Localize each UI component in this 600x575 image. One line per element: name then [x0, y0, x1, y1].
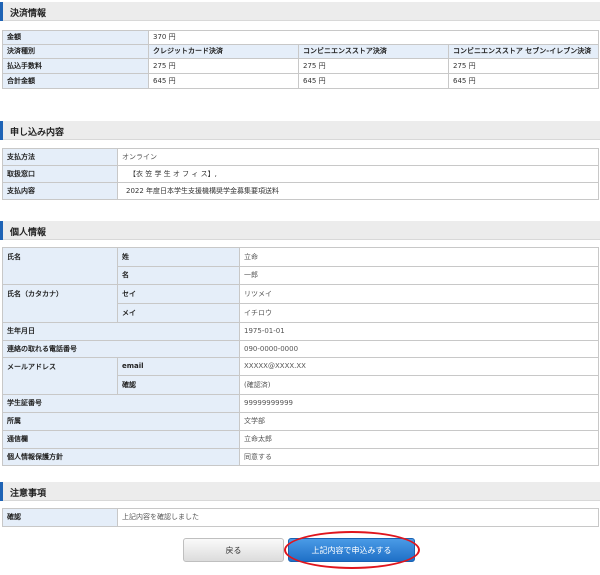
kana-label: 氏名（カタカナ）: [2, 284, 118, 323]
table-row: 決済種別 クレジットカード決済 コンビニエンスストア決済 コンビニエンスストア …: [2, 44, 599, 59]
table-row: 生年月日 1975-01-01: [2, 322, 599, 341]
table-row: 金額 370 円: [2, 30, 599, 45]
privacy-label: 個人情報保護方針: [2, 448, 240, 466]
fee-credit: 275 円: [148, 58, 299, 74]
mei-value: 一郎: [239, 266, 599, 285]
section-accent-bar: [0, 482, 3, 501]
personal-table: 氏名 姓 立命 名 一郎 氏名（カタカナ） セイ リツメイ メイ イチロウ 生年…: [2, 247, 599, 466]
email-confirm-label: 確認: [117, 375, 240, 395]
table-row: 取扱窓口 【衣 笠 学 生 オ フ ィ ス】,: [2, 165, 599, 183]
office-label: 取扱窓口: [2, 165, 118, 183]
phone-label: 連絡の取れる電話番号: [2, 340, 240, 358]
section-title: 注意事項: [10, 489, 47, 499]
phone-value: 090-0000-0000: [239, 340, 599, 358]
total-conveni: 645 円: [298, 73, 449, 89]
content-value: 2022 年度日本学生支援機構奨学金募集要項送料: [117, 182, 599, 200]
fee-label: 払込手数料: [2, 58, 149, 74]
sei-label: 姓: [117, 247, 240, 267]
student-value: 99999999999: [239, 394, 599, 413]
back-button[interactable]: 戻る: [183, 538, 284, 562]
payment-type-seven: コンビニエンスストア セブン-イレブン決済: [448, 44, 599, 59]
kana-mei-value: イチロウ: [239, 303, 599, 323]
table-row: メールアドレス email XXXXX@XXXX.XX: [2, 357, 599, 395]
email-value: XXXXX@XXXX.XX: [239, 357, 599, 376]
kana-sei-value: リツメイ: [239, 284, 599, 304]
payment-type-conveni: コンビニエンスストア決済: [298, 44, 449, 59]
privacy-value: 同意する: [239, 448, 599, 466]
section-header-application: 申し込み内容: [0, 121, 600, 140]
kana-mei-label: メイ: [117, 303, 240, 323]
section-header-personal: 個人情報: [0, 221, 600, 240]
fee-conveni: 275 円: [298, 58, 449, 74]
total-credit: 645 円: [148, 73, 299, 89]
table-row: 所属 文学部: [2, 412, 599, 431]
kana-sei-label: セイ: [117, 284, 240, 304]
email-confirm-value: (確認済): [239, 375, 599, 395]
section-title: 個人情報: [10, 228, 47, 238]
total-label: 合計金額: [2, 73, 149, 89]
notes-confirm-label: 確認: [2, 508, 118, 527]
mei-label: 名: [117, 266, 240, 285]
section-title: 決済情報: [10, 9, 47, 19]
table-row: 連絡の取れる電話番号 090-0000-0000: [2, 340, 599, 358]
table-row: 支払方法 オンライン: [2, 148, 599, 166]
highlight-ring: [284, 531, 420, 569]
table-row: 個人情報保護方針 同意する: [2, 448, 599, 466]
method-value: オンライン: [117, 148, 599, 166]
application-table: 支払方法 オンライン 取扱窓口 【衣 笠 学 生 オ フ ィ ス】, 支払内容 …: [2, 148, 599, 200]
section-header-payment: 決済情報: [0, 2, 600, 21]
dept-label: 所属: [2, 412, 240, 431]
section-accent-bar: [0, 221, 3, 240]
dept-value: 文学部: [239, 412, 599, 431]
sei-value: 立命: [239, 247, 599, 267]
table-row: 氏名 姓 立命: [2, 247, 599, 285]
birth-value: 1975-01-01: [239, 322, 599, 341]
table-row: 氏名（カタカナ） セイ リツメイ: [2, 284, 599, 323]
notes-confirm-value: 上記内容を確認しました: [117, 508, 599, 527]
content-label: 支払内容: [2, 182, 118, 200]
section-accent-bar: [0, 2, 3, 21]
table-row: 通信欄 立命太郎: [2, 430, 599, 449]
table-row: 合計金額 645 円 645 円 645 円: [2, 73, 599, 89]
comm-value: 立命太郎: [239, 430, 599, 449]
office-value: 【衣 笠 学 生 オ フ ィ ス】,: [117, 165, 599, 183]
email-sub-label: email: [117, 357, 240, 376]
amount-value: 370 円: [148, 30, 599, 45]
table-row: 確認 上記内容を確認しました: [2, 508, 599, 527]
total-seven: 645 円: [448, 73, 599, 89]
student-label: 学生証番号: [2, 394, 240, 413]
method-label: 支払方法: [2, 148, 118, 166]
comm-label: 通信欄: [2, 430, 240, 449]
payment-type-label: 決済種別: [2, 44, 149, 59]
table-row: 支払内容 2022 年度日本学生支援機構奨学金募集要項送料: [2, 182, 599, 200]
amount-label: 金額: [2, 30, 149, 45]
section-title: 申し込み内容: [10, 128, 65, 138]
fee-seven: 275 円: [448, 58, 599, 74]
table-row: 学生証番号 99999999999: [2, 394, 599, 413]
section-header-notes: 注意事項: [0, 482, 600, 501]
table-row: 払込手数料 275 円 275 円 275 円: [2, 58, 599, 74]
section-accent-bar: [0, 121, 3, 140]
birth-label: 生年月日: [2, 322, 240, 341]
name-label: 氏名: [2, 247, 118, 285]
payment-table: 金額 370 円 決済種別 クレジットカード決済 コンビニエンスストア決済 コン…: [2, 30, 599, 89]
notes-table: 確認 上記内容を確認しました: [2, 508, 599, 527]
email-label: メールアドレス: [2, 357, 118, 395]
payment-type-credit: クレジットカード決済: [148, 44, 299, 59]
